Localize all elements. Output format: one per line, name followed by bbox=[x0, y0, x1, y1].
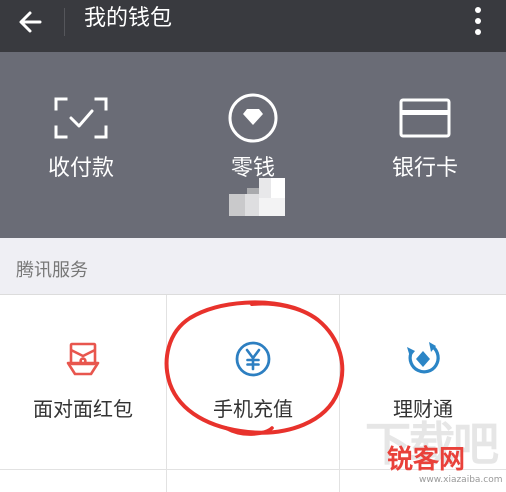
watermark: 下载吧 锐客网 www.xiazaiba.com bbox=[365, 418, 505, 490]
balance-blur bbox=[229, 178, 285, 216]
licaitong-icon bbox=[403, 339, 443, 379]
wallet-item-label: 收付款 bbox=[47, 156, 114, 181]
wallet-item-bank-card[interactable]: 银行卡 bbox=[360, 90, 490, 200]
bank-card-icon bbox=[397, 90, 453, 146]
section-title: 腾讯服务 bbox=[16, 260, 88, 281]
more-button[interactable] bbox=[466, 4, 490, 38]
header-divider bbox=[64, 8, 65, 36]
arrow-left-icon bbox=[19, 11, 42, 33]
service-label: 手机充值 bbox=[213, 397, 293, 421]
wallet-item-label: 银行卡 bbox=[391, 156, 458, 181]
service-red-packet[interactable]: 面对面红包 bbox=[0, 295, 166, 470]
diamond-coin-icon bbox=[225, 90, 281, 146]
top-bar: 我的钱包 bbox=[0, 0, 506, 52]
red-packet-icon bbox=[63, 339, 103, 379]
scan-check-icon bbox=[53, 90, 109, 146]
wallet-item-receive-pay[interactable]: 收付款 bbox=[16, 90, 146, 200]
service-mobile-topup[interactable]: 手机充值 bbox=[167, 295, 339, 470]
back-button[interactable] bbox=[14, 6, 46, 38]
watermark-brand: 锐客网 bbox=[387, 445, 466, 475]
yuan-coin-icon bbox=[233, 339, 273, 379]
page-title: 我的钱包 bbox=[84, 6, 173, 31]
more-vertical-icon bbox=[475, 7, 481, 35]
watermark-url: www.xiazaiba.com bbox=[419, 475, 503, 485]
service-label: 面对面红包 bbox=[33, 397, 133, 421]
